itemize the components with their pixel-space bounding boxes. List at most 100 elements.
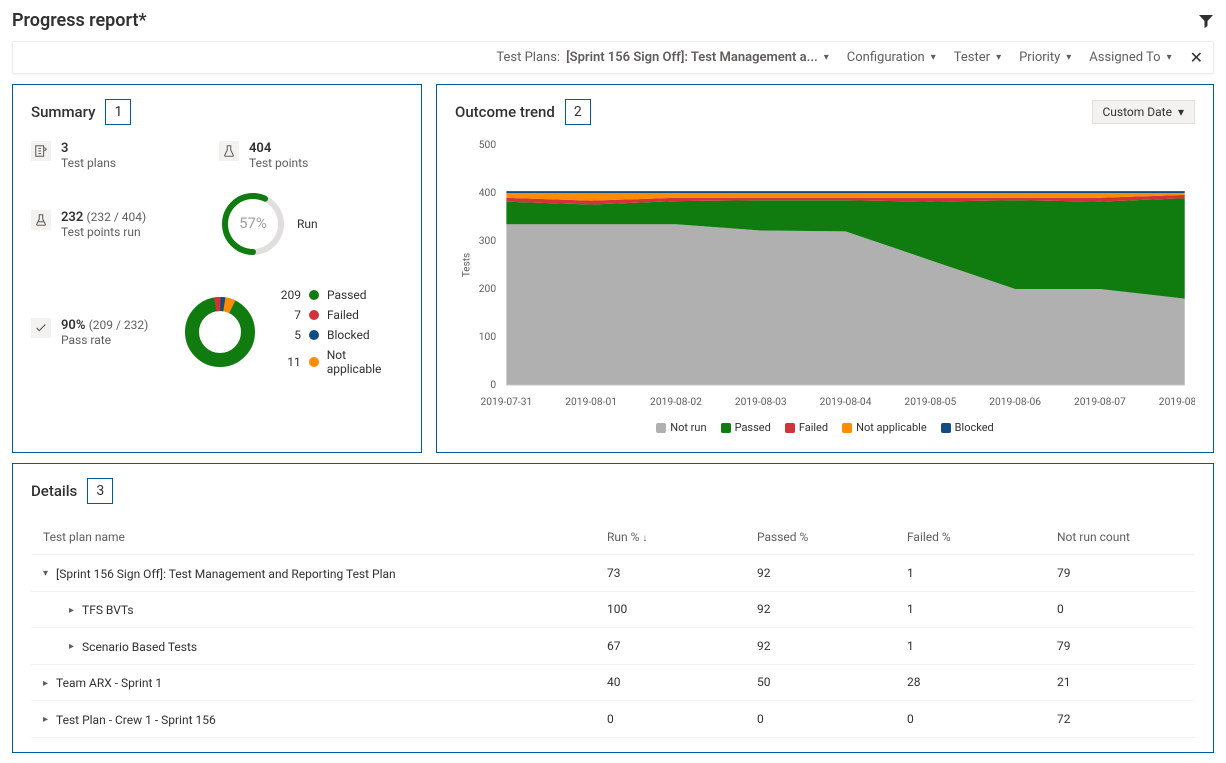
pass-rate-icon bbox=[31, 318, 51, 338]
legend-passed-count: 209 bbox=[279, 288, 301, 302]
cell-run: 73 bbox=[595, 555, 745, 592]
chevron-right-icon[interactable]: ▸ bbox=[43, 714, 48, 725]
col-failed[interactable]: Failed % bbox=[895, 520, 1045, 555]
trend-legend: Not run Passed Failed Not applicable Blo… bbox=[455, 421, 1195, 434]
trend-title: Outcome trend bbox=[455, 103, 555, 121]
chevron-right-icon[interactable]: ▸ bbox=[69, 605, 74, 616]
test-points-run-icon bbox=[31, 210, 51, 230]
row-name: [Sprint 156 Sign Off]: Test Management a… bbox=[56, 567, 396, 581]
cell-passed: 0 bbox=[745, 701, 895, 738]
filter-test-plans-label: Test Plans: bbox=[496, 50, 560, 65]
chevron-right-icon[interactable]: ▸ bbox=[69, 641, 74, 652]
run-pct-value: 57% bbox=[239, 214, 267, 232]
filter-icon[interactable] bbox=[1198, 13, 1214, 29]
custom-date-label: Custom Date bbox=[1103, 105, 1172, 119]
svg-text:0: 0 bbox=[490, 380, 496, 391]
cell-run: 0 bbox=[595, 701, 745, 738]
custom-date-button[interactable]: Custom Date ▾ bbox=[1092, 100, 1196, 124]
cell-run: 40 bbox=[595, 664, 745, 701]
dot-failed bbox=[309, 310, 319, 320]
filter-assigned-to[interactable]: Assigned To ▾ bbox=[1089, 50, 1171, 65]
svg-text:2019-08-03: 2019-08-03 bbox=[735, 397, 787, 408]
chevron-down-icon: ▾ bbox=[1066, 52, 1071, 63]
legend-blocked-label: Blocked bbox=[327, 328, 370, 342]
details-table: Test plan name Run % ↓ Passed % Failed %… bbox=[31, 520, 1195, 738]
stat-test-points-run-value: 232 bbox=[61, 210, 83, 225]
cell-notrun: 72 bbox=[1045, 701, 1195, 738]
legend-passed-label: Passed bbox=[327, 288, 367, 302]
badge-3: 3 bbox=[87, 478, 113, 504]
chevron-down-icon: ▾ bbox=[824, 52, 829, 63]
chevron-down-icon: ▾ bbox=[931, 52, 936, 63]
stat-test-points-run: 232 (232 / 404) Test points run bbox=[31, 210, 191, 239]
cell-failed: 28 bbox=[895, 664, 1045, 701]
details-card: Details 3 Test plan name Run % ↓ Passed … bbox=[12, 463, 1214, 753]
dot-passed bbox=[309, 290, 319, 300]
col-notrun[interactable]: Not run count bbox=[1045, 520, 1195, 555]
cell-passed: 92 bbox=[745, 555, 895, 592]
chevron-right-icon[interactable]: ▸ bbox=[43, 678, 48, 689]
summary-title: Summary bbox=[31, 103, 95, 121]
filter-test-plans-value: [Sprint 156 Sign Off]: Test Management a… bbox=[566, 50, 818, 65]
table-row[interactable]: ▾ [Sprint 156 Sign Off]: Test Management … bbox=[31, 555, 1195, 592]
legend-passed: 209 Passed bbox=[279, 288, 403, 302]
stat-test-points-run-label: Test points run bbox=[61, 225, 146, 239]
chevron-down-icon: ▾ bbox=[1167, 52, 1172, 63]
legend-na-count: 11 bbox=[279, 355, 301, 369]
cell-passed: 92 bbox=[745, 591, 895, 628]
filter-priority[interactable]: Priority ▾ bbox=[1019, 50, 1071, 65]
cell-notrun: 79 bbox=[1045, 628, 1195, 665]
svg-text:2019-07-31: 2019-07-31 bbox=[480, 397, 532, 408]
col-passed[interactable]: Passed % bbox=[745, 520, 895, 555]
cell-notrun: 21 bbox=[1045, 664, 1195, 701]
table-row[interactable]: ▸Scenario Based Tests6792179 bbox=[31, 628, 1195, 665]
stat-test-plans: 3 Test plans bbox=[31, 141, 191, 170]
close-icon[interactable]: ✕ bbox=[1190, 48, 1203, 67]
row-name: Team ARX - Sprint 1 bbox=[56, 676, 162, 690]
filter-test-plans[interactable]: Test Plans: [Sprint 156 Sign Off]: Test … bbox=[496, 50, 828, 65]
test-plans-icon bbox=[31, 141, 51, 161]
chevron-down-icon: ▾ bbox=[996, 52, 1001, 63]
legend-item-passed: Passed bbox=[721, 421, 771, 434]
summary-card: Summary 1 3 Test plans 404 Test point bbox=[12, 84, 422, 453]
col-name[interactable]: Test plan name bbox=[31, 520, 595, 555]
stat-pass-rate-fraction: (209 / 232) bbox=[89, 318, 149, 332]
legend-item-failed: Failed bbox=[785, 421, 828, 434]
table-row[interactable]: ▸Test Plan - Crew 1 - Sprint 15600072 bbox=[31, 701, 1195, 738]
legend-blocked-count: 5 bbox=[279, 328, 301, 342]
dot-na bbox=[309, 357, 319, 367]
filter-bar: Test Plans: [Sprint 156 Sign Off]: Test … bbox=[12, 41, 1214, 74]
table-row[interactable]: ▸ Team ARX - Sprint 1 40502821 bbox=[31, 664, 1195, 701]
area-blocked bbox=[506, 191, 1184, 193]
cell-failed: 0 bbox=[895, 701, 1045, 738]
legend-failed-label: Failed bbox=[327, 308, 359, 322]
legend-na-label: Not applicable bbox=[327, 348, 403, 376]
filter-configuration[interactable]: Configuration ▾ bbox=[847, 50, 936, 65]
legend-item-na: Not applicable bbox=[842, 421, 927, 434]
badge-1: 1 bbox=[105, 99, 131, 125]
test-points-icon bbox=[219, 141, 239, 161]
table-row[interactable]: ▸TFS BVTs1009210 bbox=[31, 591, 1195, 628]
svg-text:300: 300 bbox=[479, 236, 497, 247]
svg-text:2019-08-05: 2019-08-05 bbox=[904, 397, 956, 408]
stat-test-points-value: 404 bbox=[249, 141, 308, 156]
cell-failed: 1 bbox=[895, 591, 1045, 628]
chevron-down-icon[interactable]: ▾ bbox=[43, 568, 48, 579]
cell-failed: 1 bbox=[895, 555, 1045, 592]
pass-rate-donut bbox=[183, 295, 257, 369]
run-pct-arc: 57% Run bbox=[219, 190, 318, 258]
svg-text:200: 200 bbox=[479, 284, 497, 295]
dot-blocked bbox=[309, 330, 319, 340]
col-run[interactable]: Run % ↓ bbox=[595, 520, 745, 555]
svg-text:2019-08-02: 2019-08-02 bbox=[650, 397, 702, 408]
pass-rate-legend: 209 Passed 7 Failed 5 Blocked 11 bbox=[279, 288, 403, 376]
filter-configuration-label: Configuration bbox=[847, 50, 925, 65]
stat-pass-rate: 90% (209 / 232) Pass rate bbox=[31, 318, 161, 347]
cell-failed: 1 bbox=[895, 628, 1045, 665]
cell-passed: 50 bbox=[745, 664, 895, 701]
chevron-down-icon: ▾ bbox=[1178, 105, 1184, 119]
filter-tester[interactable]: Tester ▾ bbox=[954, 50, 1001, 65]
row-name: Scenario Based Tests bbox=[82, 640, 197, 654]
badge-2: 2 bbox=[565, 99, 591, 125]
svg-text:100: 100 bbox=[479, 332, 497, 343]
